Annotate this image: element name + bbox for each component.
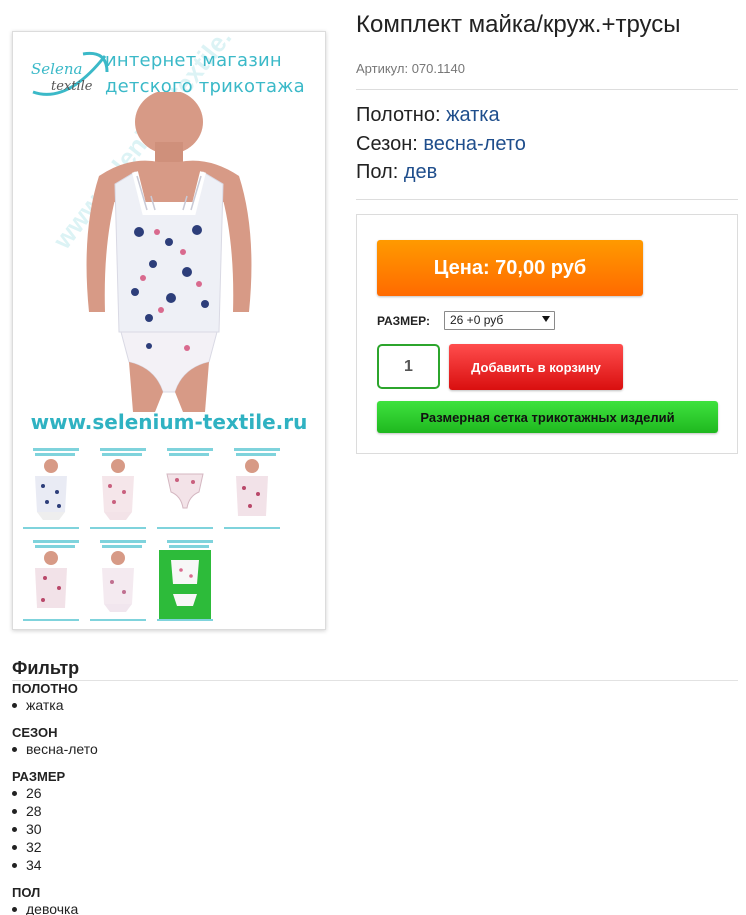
filter-item[interactable]: 32 <box>12 839 42 855</box>
divider <box>12 680 738 681</box>
thumbnail-5[interactable] <box>19 538 83 624</box>
bullet-icon <box>12 790 17 796</box>
thumbnail-url-strip <box>90 619 146 621</box>
thumbnail-url-strip <box>90 527 146 529</box>
thumbnail-3[interactable] <box>153 446 217 532</box>
attribute-label: Пол: <box>356 161 404 183</box>
thumbnail-url-strip <box>224 527 280 529</box>
mannequin-tank-set-illustration <box>86 92 252 412</box>
thumbnail-url-strip <box>157 619 213 621</box>
size-chart-button[interactable]: Размерная сетка трикотажных изделий <box>377 401 718 433</box>
filter-item[interactable]: жатка <box>12 697 63 713</box>
filter-group-fabric-title: ПОЛОТНО <box>12 681 78 696</box>
filter-item[interactable]: 26 <box>12 785 42 801</box>
briefs-icon <box>166 473 204 509</box>
bullet-icon <box>12 844 17 850</box>
buy-box: Цена: 70,00 руб РАЗМЕР: 26 +0 руб 1 Доба… <box>356 214 738 454</box>
thumbnail-brand-header <box>88 448 148 458</box>
attribute-value-link[interactable]: дев <box>404 161 437 183</box>
product-sku: Артикул: 070.1140 <box>356 61 465 76</box>
bullet-icon <box>12 702 17 708</box>
attribute-fabric: Полотно: жатка <box>356 104 500 127</box>
tank-pink-icon <box>102 551 134 612</box>
divider <box>356 199 738 200</box>
product-gallery: Selena textile интернет магазин детского… <box>12 31 326 630</box>
attribute-label: Сезон: <box>356 133 424 155</box>
divider <box>356 89 738 90</box>
thumbnail-2[interactable] <box>86 446 150 532</box>
filter-title: Фильтр <box>12 658 80 678</box>
thumbnail-brand-header <box>155 540 215 550</box>
thumbnail-1[interactable] <box>19 446 83 532</box>
thumbnail-4[interactable] <box>220 446 284 532</box>
price-button[interactable]: Цена: 70,00 руб <box>377 240 643 296</box>
filter-group-season-title: СЕЗОН <box>12 725 58 740</box>
set-green-background-icon <box>159 550 211 620</box>
bullet-icon <box>12 808 17 814</box>
bullet-icon <box>12 826 17 832</box>
thumbnail-brand-header <box>21 540 81 550</box>
thumbnail-url-strip <box>23 619 79 621</box>
thumbnail-brand-header <box>88 540 148 550</box>
filter-group-gender-title: ПОЛ <box>12 885 41 900</box>
site-url: www.selenium-textile.ru <box>30 410 308 434</box>
add-to-cart-button[interactable]: Добавить в корзину <box>449 344 623 390</box>
attribute-label: Полотно: <box>356 104 447 126</box>
bullet-icon <box>12 906 17 912</box>
tank-set-navy-icon <box>35 459 67 520</box>
thumbnail-7[interactable] <box>153 538 217 624</box>
tank-pink-floral-icon <box>236 459 268 516</box>
filter-item[interactable]: 28 <box>12 803 42 819</box>
chevron-down-icon <box>542 316 550 322</box>
bullet-icon <box>12 746 17 752</box>
svg-text:Selena: Selena <box>31 60 82 78</box>
size-label: РАЗМЕР: <box>377 314 430 328</box>
bullet-icon <box>12 862 17 868</box>
filter-group-size-title: РАЗМЕР <box>12 769 66 784</box>
thumbnail-brand-header <box>222 448 282 458</box>
thumbnail-brand-header <box>155 448 215 458</box>
attribute-value-link[interactable]: жатка <box>446 104 500 126</box>
filter-item[interactable]: весна-лето <box>12 741 98 757</box>
quantity-input[interactable]: 1 <box>377 344 440 389</box>
filter-item[interactable]: 30 <box>12 821 42 837</box>
tank-set-pink-icon <box>102 459 134 520</box>
tank-pink-floral-2-icon <box>35 551 67 608</box>
main-product-image[interactable]: Selena textile интернет магазин детского… <box>17 36 321 440</box>
attribute-value-link[interactable]: весна-лето <box>423 133 526 155</box>
thumbnail-6[interactable] <box>86 538 150 624</box>
filter-item[interactable]: девочка <box>12 901 78 915</box>
size-select[interactable]: 26 +0 руб <box>444 311 555 330</box>
thumbnail-url-strip <box>157 527 213 529</box>
filter-item[interactable]: 34 <box>12 857 42 873</box>
thumbnail-brand-header <box>21 448 81 458</box>
attribute-gender: Пол: дев <box>356 161 437 184</box>
size-select-value: 26 +0 руб <box>450 313 504 327</box>
thumbnail-url-strip <box>23 527 79 529</box>
attribute-season: Сезон: весна-лето <box>356 133 526 156</box>
product-title: Комплект майка/круж.+трусы <box>356 11 681 38</box>
